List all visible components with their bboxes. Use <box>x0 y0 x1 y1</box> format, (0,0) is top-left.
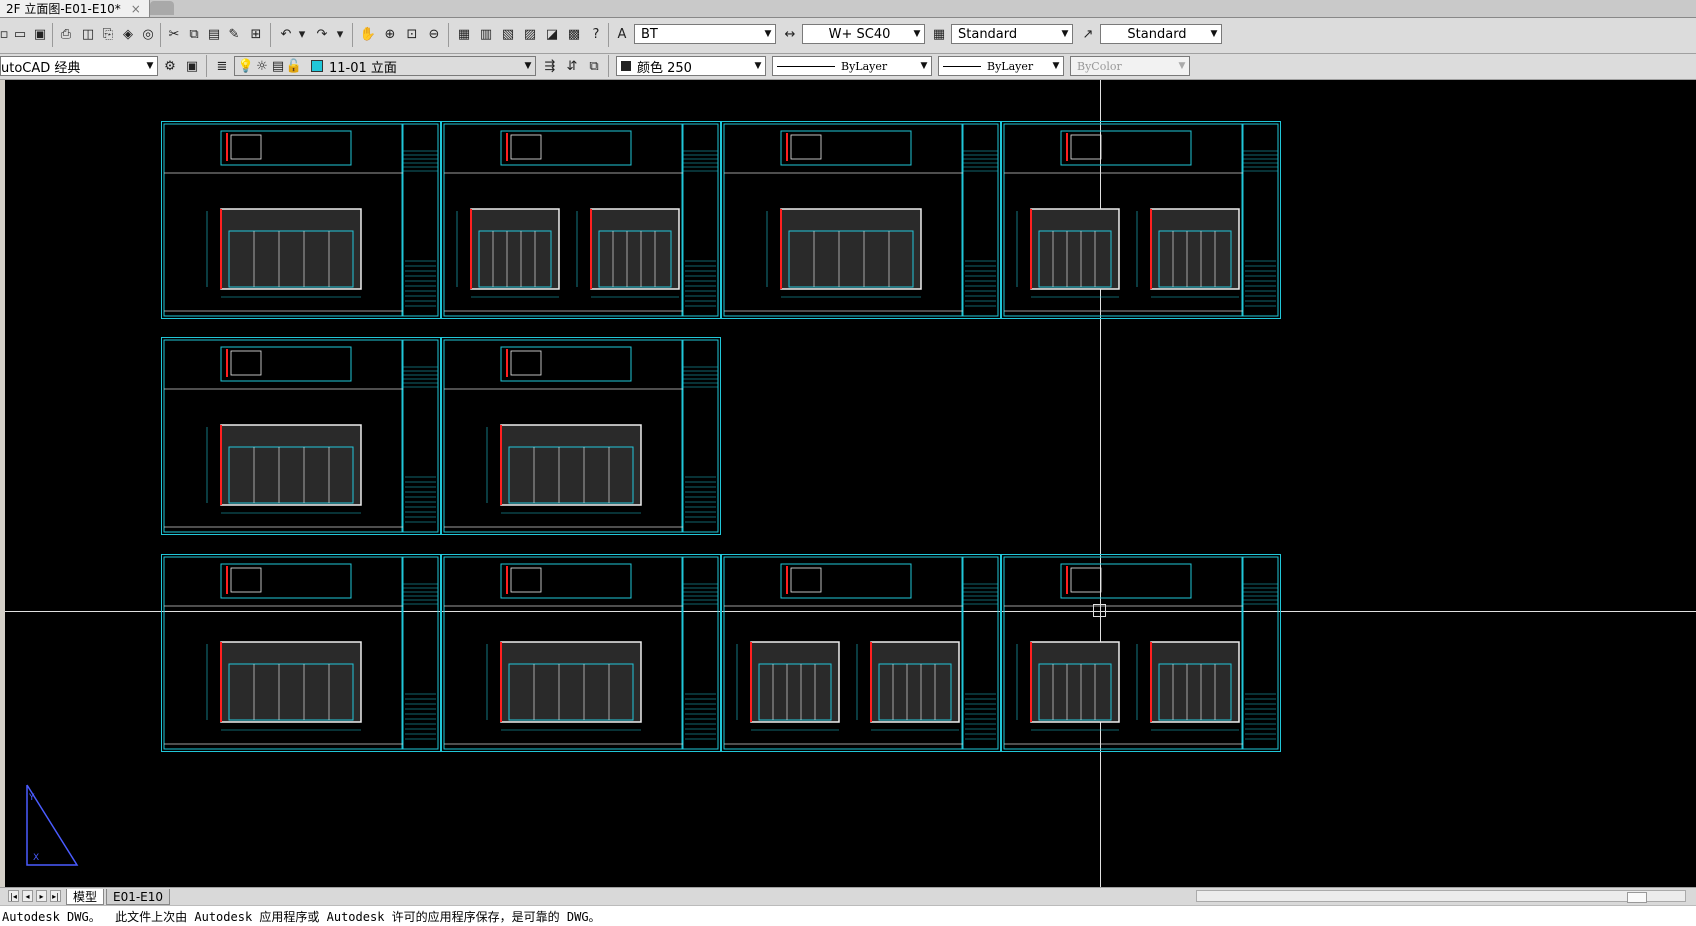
next-layout-icon[interactable]: ▸ <box>36 890 47 902</box>
color-swatch <box>621 61 631 71</box>
document-tab[interactable]: 2F 立面图-E01-E10* × <box>0 0 150 17</box>
text-style-select[interactable]: BT ▼ <box>634 24 776 44</box>
toolbar-lock-icon[interactable]: ▣ <box>182 56 202 76</box>
paste-icon[interactable]: ▤ <box>204 24 224 44</box>
layer-color-swatch <box>311 60 323 72</box>
standard-toolbar: ▫ ▭ ▣ ⎙ ◫ ⎘ ◈ ◎ ✂ ⧉ ▤ ✎ ⊞ ↶ ▾ ↷ ▾ ✋ ⊕ ⊡ … <box>0 18 1696 54</box>
etransmit-icon[interactable]: ◎ <box>138 24 158 44</box>
sheet-set-icon[interactable]: ▨ <box>520 24 540 44</box>
3d-dwf-icon[interactable]: ◈ <box>118 24 138 44</box>
dim-style-value: W+ SC40 <box>828 26 891 42</box>
first-layout-icon[interactable]: |◂ <box>8 890 19 902</box>
layers-toolbar: utoCAD 经典 ▼ ⚙ ▣ ≣ 💡 ☼ ▤ 🔓 11-01 立面 ▼ ⇶ ⇵… <box>0 54 1696 80</box>
text-style-value: BT <box>641 26 658 42</box>
copy-icon[interactable]: ⧉ <box>184 24 204 44</box>
layer-states-icon[interactable]: ⧉ <box>584 56 604 76</box>
chevron-down-icon: ▼ <box>1210 29 1218 39</box>
tab-model[interactable]: 模型 <box>66 889 105 905</box>
plotstyle-value: ByColor <box>1077 59 1122 73</box>
redo-dropdown-icon[interactable]: ▾ <box>330 24 350 44</box>
drawing-sheet <box>1001 121 1281 319</box>
dim-style-select[interactable]: W+ SC40 ▼ <box>802 24 925 44</box>
drawing-sheet <box>721 121 1001 319</box>
layer-select[interactable]: 11-01 立面 ▼ <box>234 56 536 76</box>
tool-palettes-icon[interactable]: ▧ <box>498 24 518 44</box>
drawing-sheet <box>161 121 441 319</box>
mleader-style-value: Standard <box>1127 26 1187 42</box>
lineweight-value: ByLayer <box>987 59 1034 73</box>
layer-previous-icon[interactable]: ⇵ <box>562 56 582 76</box>
open-file-icon[interactable]: ▭ <box>10 24 30 44</box>
cut-icon[interactable]: ✂ <box>164 24 184 44</box>
pan-icon[interactable]: ✋ <box>358 24 378 44</box>
layer-properties-icon[interactable]: ≣ <box>212 56 232 76</box>
workspace-select[interactable]: utoCAD 经典 ▼ <box>0 56 158 76</box>
tab-layout-e01-e10[interactable]: E01-E10 <box>106 889 171 905</box>
model-space-canvas[interactable]: X Y <box>5 80 1696 887</box>
drawing-sheet <box>721 554 1001 752</box>
document-tab-bar: 2F 立面图-E01-E10* × <box>0 0 1696 18</box>
publish-icon[interactable]: ⎘ <box>98 24 118 44</box>
table-style-value: Standard <box>958 26 1018 42</box>
block-editor-icon[interactable]: ⊞ <box>246 24 266 44</box>
plot-preview-icon[interactable]: ◫ <box>78 24 98 44</box>
linetype-select[interactable]: ByLayer ▼ <box>772 56 932 76</box>
svg-text:Y: Y <box>28 793 35 803</box>
drawing-sheet <box>441 121 721 319</box>
chevron-down-icon: ▼ <box>1052 61 1060 71</box>
zoom-previous-icon[interactable]: ⊖ <box>424 24 444 44</box>
prev-layout-icon[interactable]: ◂ <box>22 890 33 902</box>
design-center-icon[interactable]: ▥ <box>476 24 496 44</box>
chevron-down-icon: ▼ <box>920 61 928 71</box>
drawing-sheet <box>441 337 721 535</box>
last-layout-icon[interactable]: ▸| <box>50 890 61 902</box>
make-current-layer-icon[interactable]: ⇶ <box>540 56 560 76</box>
mleader-style-select[interactable]: Standard ▼ <box>1100 24 1222 44</box>
horizontal-scrollbar[interactable] <box>1196 890 1686 903</box>
table-style-select[interactable]: Standard ▼ <box>951 24 1073 44</box>
markup-icon[interactable]: ◪ <box>542 24 562 44</box>
chevron-down-icon: ▼ <box>524 61 532 71</box>
workspace-settings-icon[interactable]: ⚙ <box>160 56 180 76</box>
zoom-window-icon[interactable]: ⊡ <box>402 24 422 44</box>
match-properties-icon[interactable]: ✎ <box>224 24 244 44</box>
ucs-icon: X Y <box>26 784 79 866</box>
drawing-sheet <box>161 337 441 535</box>
workspace-value: utoCAD 经典 <box>1 60 81 76</box>
scrollbar-thumb[interactable] <box>1627 892 1647 903</box>
chevron-down-icon: ▼ <box>913 29 921 39</box>
mleader-style-icon[interactable]: ↗ <box>1078 24 1098 44</box>
layer-value: 11-01 立面 <box>329 60 397 76</box>
lineweight-select[interactable]: ByLayer ▼ <box>938 56 1064 76</box>
redo-icon[interactable]: ↷ <box>312 24 332 44</box>
chevron-down-icon: ▼ <box>146 61 154 71</box>
help-icon[interactable]: ? <box>586 24 606 44</box>
svg-text:X: X <box>33 853 39 863</box>
linetype-value: ByLayer <box>841 59 888 73</box>
zoom-realtime-icon[interactable]: ⊕ <box>380 24 400 44</box>
command-line-history: Autodesk DWG。 此文件上次由 Autodesk 应用程序或 Auto… <box>0 905 1696 926</box>
properties-icon[interactable]: ▦ <box>454 24 474 44</box>
plot-icon[interactable]: ⎙ <box>56 24 76 44</box>
chevron-down-icon: ▼ <box>764 29 772 39</box>
plotstyle-select: ByColor ▼ <box>1070 56 1190 76</box>
undo-dropdown-icon[interactable]: ▾ <box>292 24 312 44</box>
text-style-icon[interactable]: A <box>612 24 632 44</box>
drawing-sheet <box>441 554 721 752</box>
color-select[interactable]: 颜色 250 ▼ <box>616 56 766 76</box>
dim-style-icon[interactable]: ↔ <box>780 24 800 44</box>
chevron-down-icon: ▼ <box>1061 29 1069 39</box>
chevron-down-icon: ▼ <box>754 61 762 71</box>
new-tab-button[interactable] <box>150 1 174 15</box>
chevron-down-icon: ▼ <box>1178 61 1186 71</box>
quickcalc-icon[interactable]: ▩ <box>564 24 584 44</box>
drawing-sheet <box>1001 554 1281 752</box>
layout-tab-bar: |◂ ◂ ▸ ▸| 模型 E01-E10 <box>0 887 1696 905</box>
document-tab-title: 2F 立面图-E01-E10* <box>6 2 121 16</box>
drawing-sheet <box>161 554 441 752</box>
save-icon[interactable]: ▣ <box>30 24 50 44</box>
table-style-icon[interactable]: ▦ <box>929 24 949 44</box>
close-tab-icon[interactable]: × <box>131 2 141 16</box>
color-value: 颜色 250 <box>637 60 692 76</box>
